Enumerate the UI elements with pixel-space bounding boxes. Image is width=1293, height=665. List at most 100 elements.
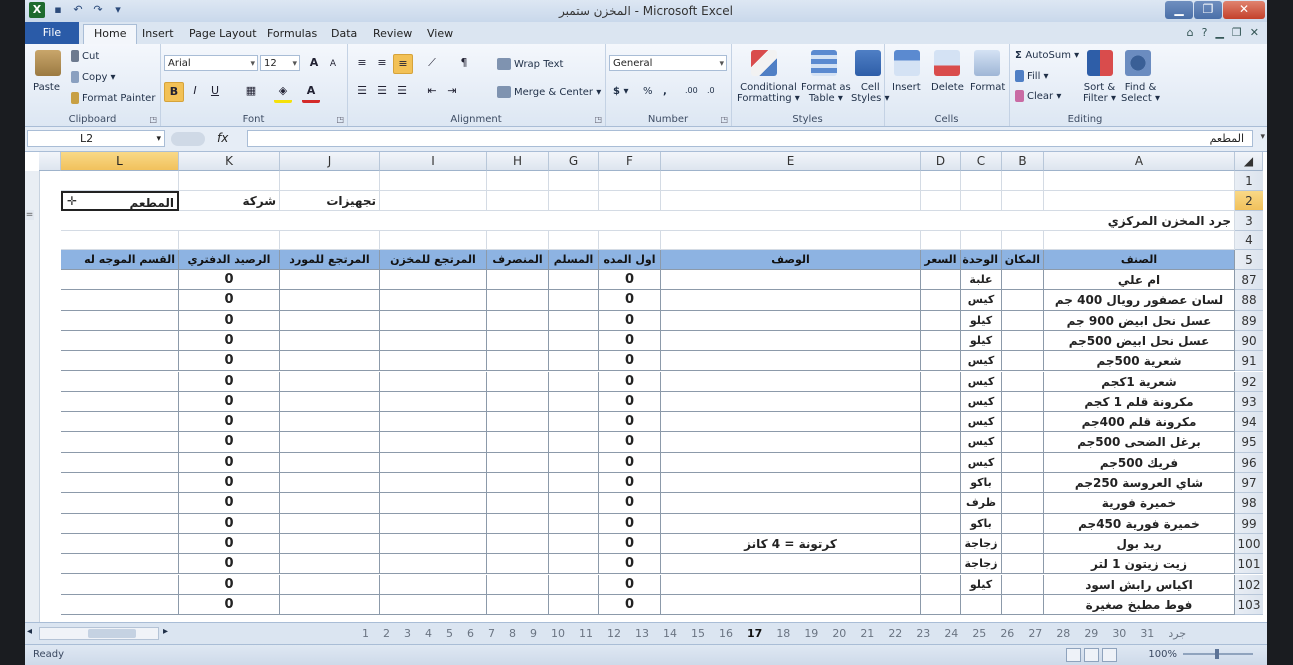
row-header[interactable]: 90 — [1235, 330, 1263, 352]
cell-f-row[interactable]: 0 — [599, 270, 661, 291]
copy-button[interactable]: Copy ▾ — [71, 71, 116, 83]
sheet-tab-29[interactable]: 29 — [1077, 625, 1105, 643]
cell-l-row[interactable] — [61, 513, 179, 534]
tab-data[interactable]: Data — [331, 25, 357, 43]
cell-a-row[interactable]: لسان عصفور رويال 400 جم — [1044, 290, 1235, 311]
increase-decimal-button[interactable]: .00 — [685, 86, 698, 95]
cell[interactable] — [921, 171, 961, 191]
sheet-tab-20[interactable]: 20 — [825, 625, 853, 643]
cell[interactable] — [661, 191, 921, 211]
cell[interactable] — [1002, 171, 1044, 191]
cell[interactable] — [380, 211, 487, 231]
cell-e-row[interactable] — [661, 371, 921, 392]
cell-g-row[interactable] — [549, 473, 599, 494]
cell-l-row[interactable] — [61, 330, 179, 352]
cell-l-row[interactable] — [61, 594, 179, 616]
cell-k-row[interactable]: 0 — [179, 554, 280, 575]
cell-f-row[interactable]: 0 — [599, 351, 661, 372]
cell-l-row[interactable] — [61, 473, 179, 494]
insert-function-icon[interactable]: fx — [217, 131, 228, 145]
cell[interactable] — [179, 171, 280, 191]
alignment-launcher-icon[interactable]: ◳ — [594, 115, 602, 124]
column-header-d[interactable]: D — [921, 152, 961, 171]
cell-h-row[interactable] — [487, 391, 549, 413]
cell-j-row[interactable] — [280, 533, 380, 555]
cell-c-row[interactable]: كيس — [961, 452, 1002, 473]
cell-b-row[interactable] — [1002, 270, 1044, 291]
cell-k-row[interactable]: 0 — [179, 594, 280, 616]
cell-k-row[interactable]: 0 — [179, 290, 280, 311]
cell[interactable] — [1002, 231, 1044, 250]
sheet-tab-13[interactable]: 13 — [628, 625, 656, 643]
row-header[interactable]: 96 — [1235, 452, 1263, 473]
cell-c-row[interactable]: كيس — [961, 412, 1002, 433]
sheet-tab-30[interactable]: 30 — [1105, 625, 1133, 643]
cell-g-row[interactable] — [549, 391, 599, 413]
tab-file[interactable]: File — [25, 22, 79, 44]
row-header[interactable]: 87 — [1235, 270, 1263, 291]
column-header-c[interactable]: C — [961, 152, 1002, 171]
column-header-h[interactable]: H — [487, 152, 549, 171]
cell-a-row[interactable]: مكرونة قلم 400جم — [1044, 412, 1235, 433]
cell-f-row[interactable]: 0 — [599, 452, 661, 473]
decrease-indent-icon[interactable]: ⇤ — [423, 82, 441, 100]
cell-d-row[interactable] — [921, 554, 961, 575]
cell-k-row[interactable]: 0 — [179, 412, 280, 433]
cell[interactable] — [599, 231, 661, 250]
row-header[interactable]: 4 — [1235, 231, 1263, 250]
cell-f-row[interactable]: 0 — [599, 493, 661, 514]
cell-b-row[interactable] — [1002, 432, 1044, 453]
cell-b-row[interactable] — [1002, 290, 1044, 311]
cell-f-row[interactable]: 0 — [599, 473, 661, 494]
row-header[interactable]: 100 — [1235, 533, 1263, 555]
cell[interactable] — [1044, 171, 1235, 191]
cell-i-row[interactable] — [380, 270, 487, 291]
cell-i-row[interactable] — [380, 574, 487, 595]
cell-j-row[interactable] — [280, 310, 380, 331]
merge-center-button[interactable]: Merge & Center ▾ — [497, 86, 601, 98]
cell-d-row[interactable] — [921, 351, 961, 372]
cell-l-row[interactable] — [61, 290, 179, 311]
cell-i-row[interactable] — [380, 473, 487, 494]
sheet-tab-27[interactable]: 27 — [1021, 625, 1049, 643]
clipboard-launcher-icon[interactable]: ◳ — [149, 115, 157, 124]
cell-h-row[interactable] — [487, 412, 549, 433]
cell-b-row[interactable] — [1002, 310, 1044, 331]
cell-j-row[interactable] — [280, 270, 380, 291]
cell-g-row[interactable] — [549, 270, 599, 291]
cell-f-row[interactable]: 0 — [599, 391, 661, 413]
cell[interactable] — [280, 231, 380, 250]
align-top-icon[interactable]: ≡ — [353, 54, 371, 72]
header-cell-c[interactable]: الوحدة — [961, 250, 1002, 270]
cell-i-row[interactable] — [380, 330, 487, 352]
cell-d-row[interactable] — [921, 452, 961, 473]
cell-l2-selected[interactable]: المطعم — [61, 191, 179, 211]
cell[interactable] — [549, 211, 599, 231]
header-cell-d[interactable]: السعر — [921, 250, 961, 270]
cell-e-row[interactable] — [661, 493, 921, 514]
sheet-tab-23[interactable]: 23 — [909, 625, 937, 643]
vertical-scrollbar[interactable] — [25, 171, 40, 622]
cell-i-row[interactable] — [380, 371, 487, 392]
cell-d-row[interactable] — [921, 432, 961, 453]
cell[interactable] — [921, 231, 961, 250]
cell-c-row[interactable]: زجاجة — [961, 533, 1002, 555]
restore-button[interactable]: ❐ — [1194, 1, 1222, 19]
cell-j-row[interactable] — [280, 371, 380, 392]
cell-e-row[interactable]: كرتونة = 4 كانز — [661, 533, 921, 555]
header-cell-b[interactable]: المكان — [1002, 250, 1044, 270]
cell-i-row[interactable] — [380, 554, 487, 575]
cell-b-row[interactable] — [1002, 493, 1044, 514]
row-header[interactable]: 3 — [1235, 211, 1263, 231]
cell-l-row[interactable] — [61, 391, 179, 413]
sheet-tab-19[interactable]: 19 — [797, 625, 825, 643]
cell-c-row[interactable]: علبة — [961, 270, 1002, 291]
cell-e-row[interactable] — [661, 391, 921, 413]
cell[interactable] — [487, 171, 549, 191]
cell-l-row[interactable] — [61, 371, 179, 392]
page-break-view-icon[interactable] — [1102, 648, 1117, 662]
minimize-button[interactable]: ▁ — [1165, 1, 1193, 19]
currency-button[interactable]: $ ▾ — [613, 86, 628, 97]
rtl-direction-icon[interactable]: ¶ — [455, 54, 473, 72]
cell-a-row[interactable]: اكياس رابش اسود — [1044, 574, 1235, 595]
